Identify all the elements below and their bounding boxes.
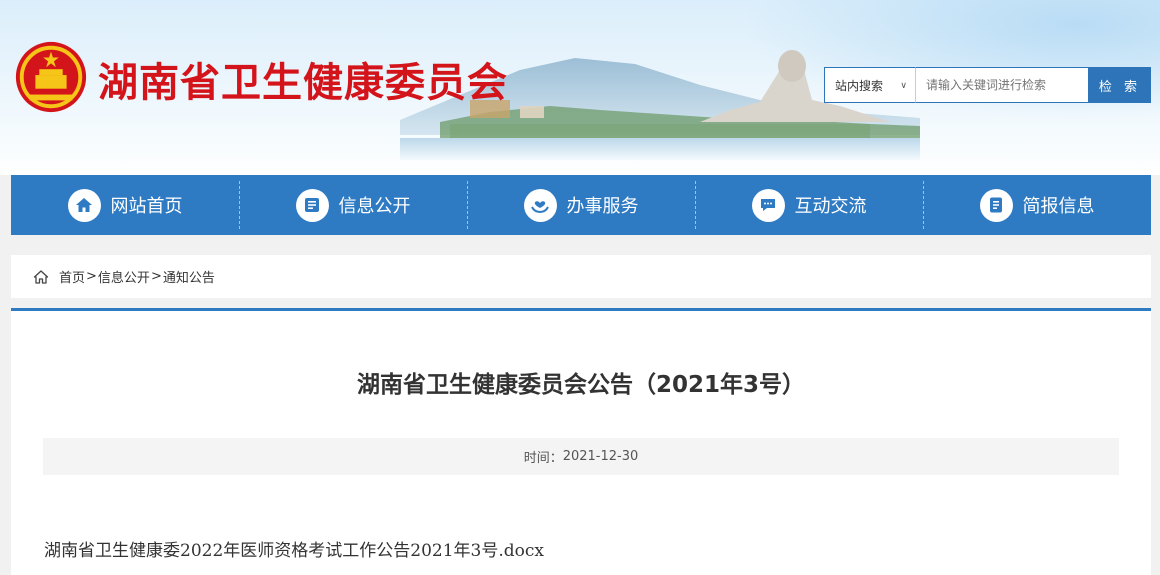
search-scope-label: 站内搜索: [835, 78, 884, 93]
chevron-down-icon: ∨: [900, 81, 907, 91]
site-header: 湖南省卫生健康委员会 站内搜索 ∨ 检 索: [0, 0, 1160, 175]
attachment-link[interactable]: 湖南省卫生健康委2022年医师资格考试工作公告2021年3号.docx: [44, 536, 544, 561]
nav-item-label: 网站首页: [110, 196, 183, 217]
publish-time-value: 2021-12-30: [562, 449, 639, 464]
hands-heart-icon: [523, 188, 557, 222]
breadcrumb-separator: >: [150, 269, 162, 284]
nav-item-label: 简报信息: [1022, 196, 1095, 217]
breadcrumb: 首页 > 信息公开 > 通知公告: [11, 255, 1151, 298]
breadcrumb-info-disclosure-link[interactable]: 信息公开: [98, 267, 150, 286]
home-icon: [33, 269, 49, 285]
article-meta-bar: 时间： 2021-12-30: [43, 438, 1119, 475]
article-panel: 湖南省卫生健康委员会公告（2021年3号） 时间： 2021-12-30 湖南省…: [11, 308, 1151, 575]
nav-item-briefing[interactable]: 简报信息: [923, 175, 1151, 235]
home-icon: [67, 188, 101, 222]
site-title[interactable]: 湖南省卫生健康委员会: [98, 50, 508, 108]
breadcrumb-separator: >: [86, 269, 97, 284]
publish-time-label: 时间：: [523, 451, 563, 466]
breadcrumb-notices-link[interactable]: 通知公告: [163, 267, 215, 286]
search-scope-select[interactable]: 站内搜索 ∨: [824, 67, 915, 103]
nav-item-label: 信息公开: [338, 196, 411, 217]
nav-item-interaction[interactable]: 互动交流: [695, 175, 923, 235]
national-emblem-icon: [15, 41, 87, 113]
nav-item-services[interactable]: 办事服务: [467, 175, 695, 235]
chat-bubble-icon: [751, 188, 785, 222]
site-search: 站内搜索 ∨ 检 索: [824, 67, 1151, 103]
nav-item-label: 办事服务: [566, 196, 639, 217]
nav-item-info-disclosure[interactable]: 信息公开: [239, 175, 467, 235]
document-list-icon: [295, 188, 329, 222]
nav-item-home[interactable]: 网站首页: [11, 175, 239, 235]
report-icon: [979, 188, 1013, 222]
breadcrumb-home-link[interactable]: 首页: [59, 267, 85, 286]
nav-item-label: 互动交流: [794, 196, 867, 217]
search-input[interactable]: [915, 67, 1089, 103]
article-title: 湖南省卫生健康委员会公告（2021年3号）: [356, 372, 806, 398]
main-nav: 网站首页 信息公开 办事服务 互动交流 简报信息: [11, 175, 1151, 235]
search-button[interactable]: 检 索: [1089, 67, 1151, 103]
